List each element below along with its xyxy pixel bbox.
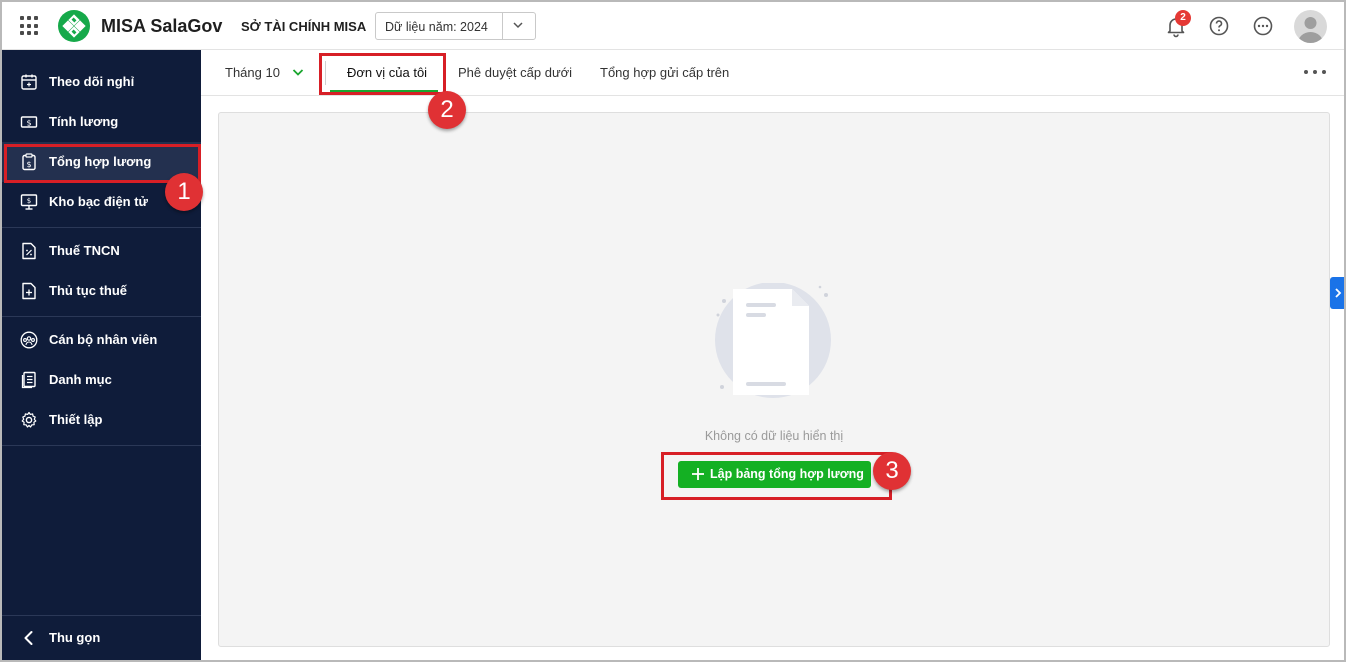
sidebar-item-danh-muc[interactable]: Danh mục	[2, 360, 201, 400]
organization-name: SỞ TÀI CHÍNH MISA	[241, 19, 367, 34]
calendar-icon	[21, 74, 37, 90]
sidebar-collapse-label: Thu gọn	[49, 630, 101, 645]
year-select-value: Dữ liệu năm: 2024	[385, 20, 488, 34]
notification-badge: 2	[1175, 10, 1191, 26]
sidebar-item-thue-tncn[interactable]: Thuế TNCN	[2, 231, 201, 271]
money-icon: $	[20, 116, 38, 128]
document-plus-icon	[22, 282, 36, 300]
misa-logo-icon	[58, 10, 90, 42]
empty-state-text: Không có dữ liệu hiển thị	[704, 429, 844, 443]
sidebar-item-thu-tuc-thue[interactable]: Thủ tục thuế	[2, 271, 201, 311]
svg-text:$: $	[26, 118, 31, 127]
user-avatar[interactable]	[1294, 10, 1327, 43]
tax-document-icon	[22, 242, 36, 260]
sidebar-item-can-bo-nhan-vien[interactable]: Cán bộ nhân viên	[2, 320, 201, 360]
more-horizontal-icon[interactable]	[1303, 69, 1327, 75]
svg-text:$: $	[27, 197, 31, 205]
sidebar-item-label: Theo dõi nghỉ	[49, 74, 135, 89]
monitor-dollar-icon: $	[20, 194, 38, 210]
month-select-value[interactable]: Tháng 10	[225, 65, 280, 80]
empty-document-illustration	[715, 283, 831, 398]
sidebar-item-label: Thủ tục thuế	[49, 283, 127, 298]
app-window: MISA SalaGov SỞ TÀI CHÍNH MISA Dữ liệu n…	[0, 0, 1346, 662]
highlight-box-step-3	[661, 452, 892, 500]
step-badge-1: 1	[165, 173, 203, 211]
tab-tong-hop-gui-cap-tren[interactable]: Tổng hợp gửi cấp trên	[600, 65, 729, 80]
sidebar-item-label: Cán bộ nhân viên	[49, 332, 158, 347]
more-options-icon[interactable]	[1251, 14, 1275, 38]
chevron-down-icon[interactable]	[290, 64, 306, 80]
gear-icon	[21, 411, 37, 428]
sidebar-item-tinh-luong[interactable]: $ Tính lương	[2, 102, 201, 142]
tab-phe-duyet-cap-duoi[interactable]: Phê duyệt cấp dưới	[458, 65, 572, 80]
help-icon[interactable]	[1207, 14, 1231, 38]
sidebar: Theo dõi nghỉ $ Tính lương $ Tổng hợp lư…	[2, 50, 201, 660]
right-panel-toggle[interactable]	[1330, 277, 1344, 309]
list-document-icon	[21, 371, 36, 389]
top-header: MISA SalaGov SỞ TÀI CHÍNH MISA Dữ liệu n…	[2, 2, 1344, 50]
sidebar-item-label: Thiết lập	[49, 412, 103, 427]
sidebar-collapse-button[interactable]: Thu gọn	[2, 618, 201, 658]
app-grid-icon[interactable]	[20, 16, 40, 36]
sidebar-item-label: Danh mục	[49, 372, 112, 387]
main-content: Không có dữ liệu hiển thị Lập bảng tổng …	[218, 112, 1330, 647]
step-badge-2: 2	[428, 91, 466, 129]
year-select[interactable]: Dữ liệu năm: 2024	[375, 12, 536, 40]
chevron-left-icon	[24, 631, 33, 645]
chevron-down-icon	[513, 22, 523, 29]
highlight-box-step-2	[319, 53, 446, 95]
chevron-right-icon	[1335, 288, 1342, 298]
step-badge-3: 3	[873, 452, 911, 490]
app-name: MISA SalaGov	[101, 16, 223, 36]
sidebar-item-thiet-lap[interactable]: Thiết lập	[2, 400, 201, 440]
sidebar-item-theo-doi-nghi[interactable]: Theo dõi nghỉ	[2, 62, 201, 102]
team-icon	[20, 331, 38, 349]
sidebar-item-label: Thuế TNCN	[49, 243, 120, 258]
sidebar-item-label: Tính lương	[49, 114, 119, 129]
sidebar-item-label: Kho bạc điện tử	[49, 194, 148, 209]
